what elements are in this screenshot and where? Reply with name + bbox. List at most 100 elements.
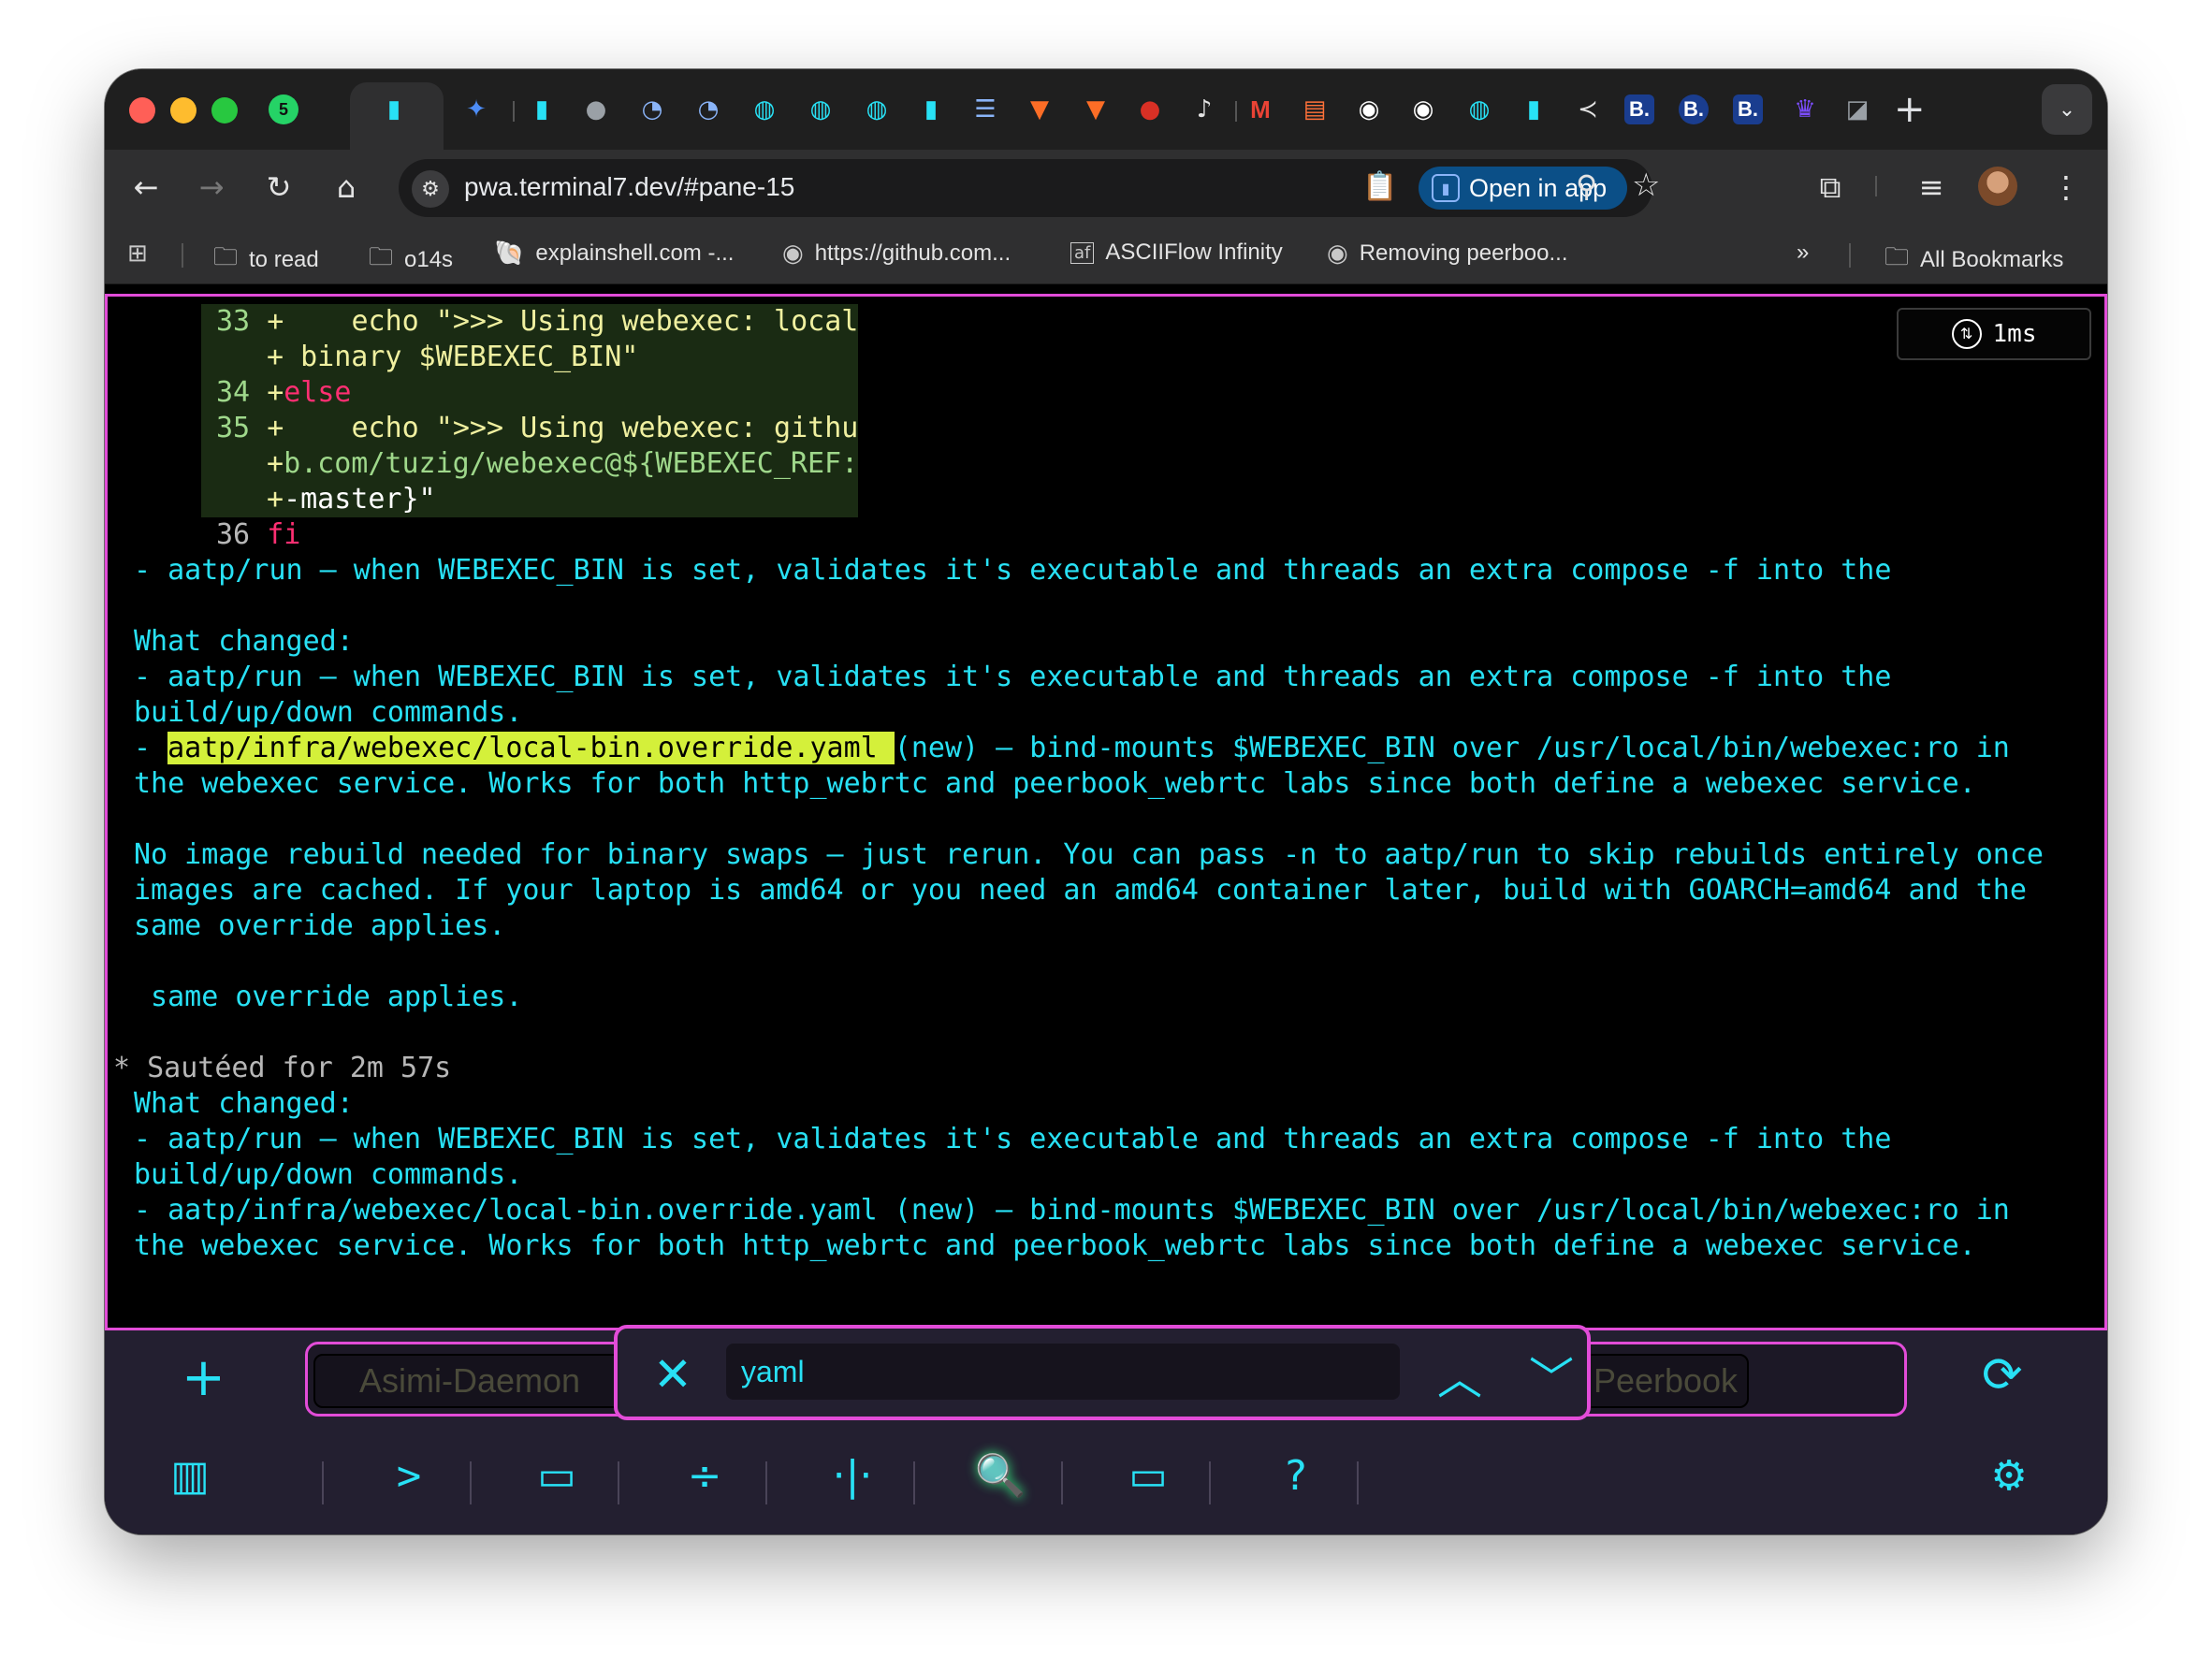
output-line: - aatp/infra/webexec/local-bin.override.… [134, 731, 2010, 766]
terminal7-icon[interactable]: ◍ [1462, 92, 1497, 127]
tab-peerbook[interactable]: Peerbook [1582, 1354, 1749, 1408]
share-icon[interactable]: ≺ [1570, 92, 1606, 127]
gemini-icon[interactable]: ✦ [458, 92, 494, 127]
terminal7-icon[interactable]: ▮ [913, 92, 949, 127]
folder-icon: 🗀 [1885, 243, 1910, 271]
output-dash: - [134, 732, 168, 764]
address-bar[interactable]: ⚙ pwa.terminal7.dev/#pane-15 📋 ▮ Open in… [399, 159, 1660, 217]
b-icon[interactable]: B. [1679, 94, 1709, 124]
menu-icon[interactable]: ⋮ [2045, 167, 2087, 208]
loader-icon[interactable]: ◔ [634, 92, 670, 127]
bookmark-to-read[interactable]: 🗀 to read [213, 240, 319, 281]
bookmark-o14s[interactable]: 🗀 o14s [369, 240, 453, 281]
terminal7-icon[interactable]: ◍ [859, 92, 895, 127]
gmail-icon[interactable]: M [1243, 92, 1278, 127]
terminal7-icon[interactable]: ▮ [524, 92, 560, 127]
speaker-icon[interactable]: ♪ [1186, 92, 1222, 127]
bookmark-explainshell[interactable]: 🐚 explainshell.com -... [494, 240, 734, 268]
search-log-icon[interactable]: 🔍 [958, 1443, 1042, 1508]
tool-separator [1061, 1461, 1063, 1504]
loader-icon[interactable]: ◔ [691, 92, 726, 127]
apple-icon[interactable]: ● [578, 92, 614, 127]
url-text[interactable]: pwa.terminal7.dev/#pane-15 [464, 172, 794, 202]
close-window-button[interactable] [129, 97, 155, 124]
line-number: 33 [216, 305, 251, 338]
tab-separator [513, 101, 515, 122]
next-match-button[interactable]: ﹀ [1529, 1342, 1574, 1407]
tab-whatsapp[interactable]: 5 [266, 92, 301, 127]
back-button[interactable]: ← [125, 167, 167, 208]
new-tab-button[interactable]: + [1894, 88, 1926, 131]
home-button[interactable]: ⌂ [326, 167, 367, 208]
output-line: - aatp/run — when WEBEXEC_BIN is set, va… [134, 1123, 1892, 1155]
bookmark-github[interactable]: ◉ https://github.com... [782, 240, 1011, 268]
video-icon[interactable]: ▭ [1106, 1443, 1190, 1508]
b-icon[interactable]: B. [1733, 94, 1763, 124]
terminal-pane[interactable]: 33 + echo ">>> Using webexec: local + bi… [105, 294, 2107, 1330]
bookmark-icon[interactable]: ▤ [1297, 92, 1332, 127]
divide-horizontal-icon[interactable]: ÷ [662, 1443, 747, 1508]
diff-line: +b.com/tuzig/webexec@${WEBEXEC_REF: [267, 446, 858, 482]
gitlab-icon[interactable]: ▼ [1078, 92, 1113, 127]
close-icon[interactable]: ✕ [653, 1347, 692, 1402]
bookmark-label: Removing peerboo... [1359, 240, 1568, 266]
more-bookmarks-button[interactable]: » [1797, 240, 1809, 266]
cast-icon[interactable]: ▭ [515, 1443, 599, 1508]
record-icon[interactable]: ● [1132, 92, 1168, 127]
add-gate-button[interactable]: + [182, 1347, 226, 1408]
site-settings-icon[interactable]: ⚙ [412, 170, 449, 208]
prompt-icon[interactable]: > [367, 1443, 451, 1508]
github-icon[interactable]: ◉ [1405, 92, 1441, 127]
bookmark-star-icon[interactable]: ☆ [1632, 167, 1660, 204]
tab-asimi-daemon[interactable]: Asimi-Daemon [313, 1354, 626, 1408]
open-app-icon: ▮ [1432, 174, 1460, 202]
terminal7-icon[interactable]: ◍ [747, 92, 782, 127]
bookmark-removing-peerbook[interactable]: ◉ Removing peerboo... [1327, 240, 1567, 268]
status-line: * Sautéed for 2m 57s [113, 1051, 451, 1086]
diff-line: + binary $WEBEXEC_BIN" [267, 340, 638, 375]
zoom-icon[interactable]: ⚲ [1576, 168, 1597, 204]
avatar[interactable] [1978, 167, 2017, 206]
browser-toolbar: ← → ↻ ⌂ ⚙ pwa.terminal7.dev/#pane-15 📋 ▮… [105, 150, 2107, 225]
forward-button[interactable]: → [191, 167, 232, 208]
spinner-icon: * [113, 1052, 131, 1084]
output-text: (new) — bind-mounts $WEBEXEC_BIN over /u… [894, 732, 2010, 764]
output-line: same override applies. [134, 909, 506, 942]
latency-indicator[interactable]: ⇅ 1ms [1897, 308, 2091, 360]
media-controls-icon[interactable]: ≡ [1911, 167, 1952, 208]
minimize-window-button[interactable] [170, 97, 196, 124]
tool-separator [470, 1461, 472, 1504]
extensions-icon[interactable]: ⧉ [1810, 167, 1851, 208]
tab-search-button[interactable]: ⌄ [2042, 84, 2092, 135]
output-line: the webexec service. Works for both http… [134, 1229, 1976, 1262]
diff-plus: + [267, 483, 284, 516]
settings-icon[interactable]: ⚙ [1967, 1443, 2051, 1508]
diff-line: 35 + echo ">>> Using webexec: githu [216, 411, 858, 446]
refresh-icon[interactable]: ⟳ [1982, 1347, 2023, 1403]
previous-match-button[interactable]: ︿ [1437, 1342, 1482, 1407]
diff-line: 34 +else [216, 375, 352, 411]
crown-icon[interactable]: ♛ [1787, 92, 1823, 127]
help-icon[interactable]: ? [1254, 1443, 1338, 1508]
output-line: No image rebuild needed for binary swaps… [134, 838, 2044, 871]
terminal7-icon[interactable]: ◍ [803, 92, 838, 127]
bookmark-asciiflow[interactable]: af ASCIIFlow Infinity [1070, 240, 1283, 266]
divide-vertical-icon[interactable]: ·|· [810, 1443, 895, 1508]
status-text: Sautéed for 2m 57s [147, 1052, 452, 1084]
b-icon[interactable]: B. [1624, 94, 1654, 124]
github-icon[interactable]: ◉ [1351, 92, 1387, 127]
apps-icon[interactable]: ⊞ [127, 240, 148, 268]
map-icon[interactable]: ▥ [148, 1443, 232, 1508]
gitlab-icon[interactable]: ▼ [1022, 92, 1057, 127]
clipboard-icon[interactable]: 📋 [1362, 170, 1397, 203]
list-icon[interactable]: ☰ [968, 92, 1003, 127]
bookmark-label: ASCIIFlow Infinity [1105, 240, 1283, 265]
tool-separator [913, 1461, 915, 1504]
tab-separator [1235, 101, 1237, 122]
maximize-window-button[interactable] [211, 97, 238, 124]
reload-button[interactable]: ↻ [258, 167, 299, 208]
chart-icon[interactable]: ◪ [1840, 92, 1875, 127]
search-input[interactable] [726, 1344, 1400, 1400]
all-bookmarks-button[interactable]: 🗀 All Bookmarks [1885, 240, 2063, 281]
terminal7-icon[interactable]: ▮ [1516, 92, 1551, 127]
